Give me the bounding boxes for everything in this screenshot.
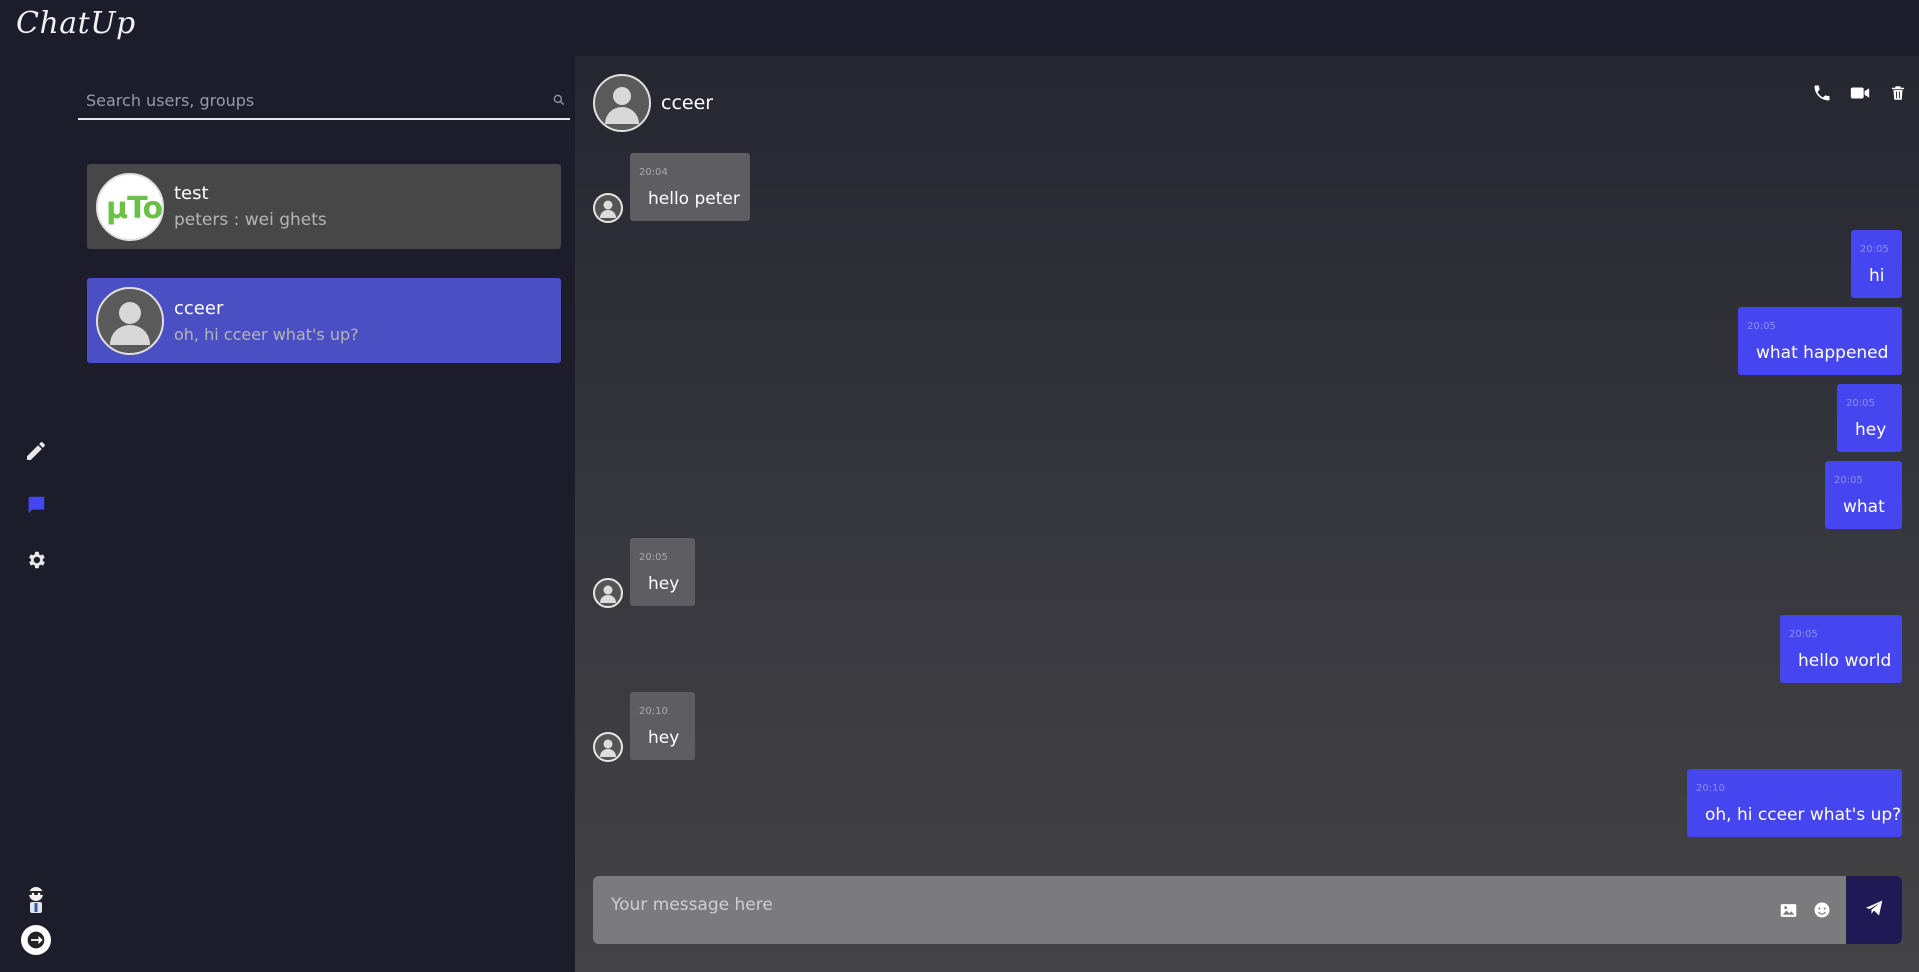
edit-icon[interactable] [22, 437, 50, 465]
user-avatar-icon [96, 286, 164, 355]
conversation-item-cceer[interactable]: cceer oh, hi cceer what's up? [87, 278, 561, 363]
message-bubble-outgoing: 20:05 hi [1851, 230, 1902, 298]
search-bar [78, 82, 570, 120]
message-time: 20:05 [1834, 475, 1863, 486]
message-text: hi [1869, 266, 1885, 286]
message-text: hey [648, 574, 680, 594]
emoji-icon[interactable] [1812, 900, 1832, 920]
phone-icon[interactable] [1809, 80, 1835, 106]
message-time: 20:10 [1696, 783, 1725, 794]
image-icon[interactable] [1778, 900, 1798, 920]
search-icon[interactable] [548, 89, 570, 111]
message-time: 20:10 [639, 706, 668, 717]
message-avatar-icon [593, 732, 623, 762]
message-text: hey [648, 728, 680, 748]
chat-contact-name: cceer [661, 92, 714, 114]
message-input[interactable] [593, 876, 1763, 934]
message-text: hello peter [648, 189, 740, 209]
message-bubble-incoming: 20:05 hey [630, 538, 695, 606]
message-text: hey [1855, 420, 1887, 440]
conversation-name: cceer [174, 297, 224, 319]
message-bubble-outgoing: 20:05 hey [1837, 384, 1902, 452]
video-call-icon[interactable] [1847, 80, 1873, 106]
message-text: what happened [1756, 343, 1889, 363]
utorrent-logo: µTor [106, 190, 163, 226]
conversation-preview: oh, hi cceer what's up? [174, 324, 359, 344]
message-composer [593, 876, 1902, 944]
message-time: 20:04 [639, 167, 668, 178]
message-avatar-icon [593, 193, 623, 223]
message-time: 20:05 [1860, 244, 1889, 255]
conversation-item-test[interactable]: µTor test peters : wei ghets [87, 164, 561, 249]
message-text: oh, hi cceer what's up? [1705, 805, 1902, 825]
message-time: 20:05 [1789, 629, 1818, 640]
chat-panel: cceer 20:04 hello peter 20:05 hi 20:05 w… [575, 56, 1919, 972]
message-bubble-outgoing: 20:05 what [1825, 461, 1902, 529]
message-bubble-outgoing: 20:05 hello world [1780, 615, 1902, 683]
message-text: hello world [1798, 651, 1892, 671]
app-logo: ChatUp [16, 6, 136, 41]
send-icon [1864, 898, 1884, 922]
message-bubble-incoming: 20:04 hello peter [630, 153, 750, 221]
conversation-name: test [174, 183, 209, 204]
conversation-preview: peters : wei ghets [174, 210, 327, 230]
chat-icon[interactable] [22, 491, 50, 519]
message-avatar-icon [593, 578, 623, 608]
conversation-avatar: µTor [96, 172, 164, 241]
message-bubble-incoming: 20:10 hey [630, 692, 695, 760]
message-bubble-outgoing: 20:05 what happened [1738, 307, 1902, 375]
profile-avatar[interactable] [22, 886, 50, 914]
message-time: 20:05 [639, 552, 668, 563]
message-time: 20:05 [1846, 398, 1875, 409]
search-input[interactable] [78, 89, 548, 111]
chat-header: cceer [593, 74, 713, 132]
delete-icon[interactable] [1885, 80, 1911, 106]
logout-icon[interactable] [21, 925, 51, 955]
send-button[interactable] [1846, 876, 1902, 944]
user-avatar-icon [593, 74, 651, 132]
message-text: what [1843, 497, 1885, 517]
message-time: 20:05 [1747, 321, 1776, 332]
settings-icon[interactable] [22, 546, 50, 574]
message-bubble-outgoing: 20:10 oh, hi cceer what's up? [1687, 769, 1902, 837]
